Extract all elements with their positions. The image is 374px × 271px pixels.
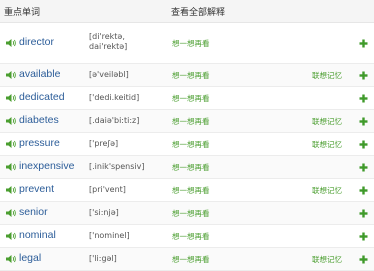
word-row: inexpensive [.inik'spensiv] 想一想再看 — [0, 156, 374, 179]
plus-icon[interactable] — [359, 140, 368, 149]
plus-icon[interactable] — [359, 255, 368, 264]
association-memory-link[interactable]: 联想记忆 — [312, 70, 342, 81]
word-link[interactable]: senior — [19, 206, 48, 218]
plus-icon[interactable] — [359, 232, 368, 241]
speaker-icon[interactable] — [5, 70, 16, 80]
phonetic: [di'rektə, dai'rektə] — [89, 32, 127, 52]
speaker-icon[interactable] — [5, 185, 16, 195]
think-then-view-link[interactable]: 想一想再看 — [172, 231, 210, 242]
think-then-view-link[interactable]: 想一想再看 — [172, 185, 210, 196]
phonetic: ['dedi.keitid] — [89, 93, 140, 102]
word-link[interactable]: director — [19, 36, 54, 48]
word-list: director [di'rektə, dai'rektə] 想一想再看 availab… — [0, 23, 374, 271]
phonetic: [pri'vent] — [89, 185, 126, 194]
think-then-view-link[interactable]: 想一想再看 — [172, 254, 210, 265]
word-link[interactable]: nominal — [19, 229, 56, 241]
phonetic: [.inik'spensiv] — [89, 162, 145, 171]
speaker-icon[interactable] — [5, 254, 16, 264]
phonetic: ['li:gəl] — [89, 254, 117, 263]
think-then-view-link[interactable]: 想一想再看 — [172, 208, 210, 219]
speaker-icon[interactable] — [5, 38, 16, 48]
think-then-view-link[interactable]: 想一想再看 — [172, 70, 210, 81]
plus-icon[interactable] — [359, 163, 368, 172]
think-then-view-link[interactable]: 想一想再看 — [172, 116, 210, 127]
word-list-header: 重点单词 查看全部解释 — [0, 0, 374, 23]
association-memory-link[interactable]: 联想记忆 — [312, 185, 342, 196]
word-row: diabetes [.daiə'bi:ti:z] 想一想再看 联想记忆 — [0, 110, 374, 133]
phonetic: [ə'veiləbl] — [89, 70, 129, 79]
association-memory-link[interactable]: 联想记忆 — [312, 254, 342, 265]
word-row: pressure ['preʃə] 想一想再看 联想记忆 — [0, 133, 374, 156]
word-link[interactable]: legal — [19, 252, 41, 264]
association-memory-link[interactable]: 联想记忆 — [312, 116, 342, 127]
phonetic: ['preʃə] — [89, 139, 119, 148]
word-link[interactable]: diabetes — [19, 114, 59, 126]
plus-icon[interactable] — [359, 117, 368, 126]
phonetic: [.daiə'bi:ti:z] — [89, 116, 140, 125]
think-then-view-link[interactable]: 想一想再看 — [172, 139, 210, 150]
plus-icon[interactable] — [359, 71, 368, 80]
word-link[interactable]: inexpensive — [19, 160, 74, 172]
view-all-explanations-link[interactable]: 查看全部解释 — [171, 5, 225, 18]
speaker-icon[interactable] — [5, 139, 16, 149]
plus-icon[interactable] — [359, 209, 368, 218]
speaker-icon[interactable] — [5, 208, 16, 218]
phonetic-line: dai'rektə] — [89, 42, 128, 51]
plus-icon[interactable] — [359, 94, 368, 103]
word-row: senior ['si:njə] 想一想再看 — [0, 202, 374, 225]
word-row: available [ə'veiləbl] 想一想再看 联想记忆 — [0, 64, 374, 87]
word-link[interactable]: available — [19, 68, 60, 80]
speaker-icon[interactable] — [5, 116, 16, 126]
plus-icon[interactable] — [359, 39, 368, 48]
association-memory-link[interactable]: 联想记忆 — [312, 139, 342, 150]
key-words-title: 重点单词 — [4, 7, 41, 17]
think-then-view-link[interactable]: 想一想再看 — [172, 93, 210, 104]
plus-icon[interactable] — [359, 186, 368, 195]
word-row: nominal ['nominel] 想一想再看 — [0, 225, 374, 248]
word-row: director [di'rektə, dai'rektə] 想一想再看 — [0, 23, 374, 64]
phonetic: ['nominel] — [89, 231, 130, 240]
think-then-view-link[interactable]: 想一想再看 — [172, 162, 210, 173]
phonetic-line: [di'rektə, — [89, 32, 125, 41]
word-link[interactable]: prevent — [19, 183, 54, 195]
phonetic: ['si:njə] — [89, 208, 119, 217]
think-then-view-link[interactable]: 想一想再看 — [172, 38, 210, 49]
speaker-icon[interactable] — [5, 162, 16, 172]
word-row: legal ['li:gəl] 想一想再看 联想记忆 — [0, 248, 374, 271]
speaker-icon[interactable] — [5, 231, 16, 241]
word-link[interactable]: pressure — [19, 137, 60, 149]
speaker-icon[interactable] — [5, 93, 16, 103]
word-row: prevent [pri'vent] 想一想再看 联想记忆 — [0, 179, 374, 202]
word-link[interactable]: dedicated — [19, 91, 65, 103]
word-row: dedicated ['dedi.keitid] 想一想再看 — [0, 87, 374, 110]
